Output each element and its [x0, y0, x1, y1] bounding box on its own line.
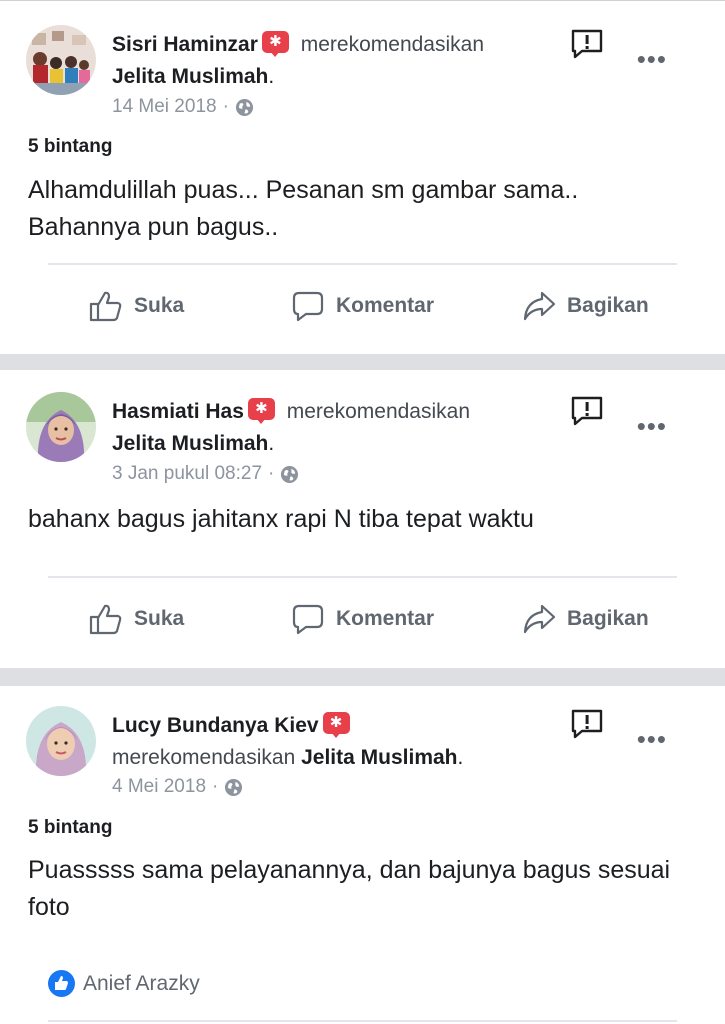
period: .: [268, 65, 275, 88]
recommend-badge-icon: ✱: [322, 712, 350, 738]
post-date[interactable]: 4 Mei 2018: [112, 776, 206, 798]
review-header: Hasmiati Has ✱ merekomendasikan Jelita Mu…: [112, 396, 575, 460]
reviewer-name[interactable]: Hasmiati Has: [112, 400, 244, 423]
period: .: [457, 746, 464, 769]
globe-icon: [235, 98, 253, 116]
more-options-button[interactable]: •••: [637, 46, 667, 72]
post-meta: 3 Jan pukul 08:27 ·: [112, 463, 299, 485]
share-arrow-icon: [523, 291, 556, 321]
review-text: Alhamdulillah puas... Pesanan sm gambar …: [28, 176, 579, 241]
thumbs-up-icon: [89, 604, 122, 635]
recommend-verb: merekomendasikan: [300, 33, 485, 56]
page-name[interactable]: Jelita Muslimah: [112, 65, 268, 88]
post-date[interactable]: 14 Mei 2018: [112, 96, 217, 118]
share-label: Bagikan: [567, 294, 649, 317]
comment-label: Komentar: [336, 294, 435, 317]
share-label: Bagikan: [567, 607, 649, 630]
thumbs-up-icon: [89, 291, 122, 322]
post-meta: 14 Mei 2018 ·: [112, 96, 254, 118]
report-icon[interactable]: [570, 395, 604, 427]
page-name[interactable]: Jelita Muslimah: [112, 432, 268, 455]
divider: [48, 576, 677, 578]
share-button[interactable]: Bagikan: [521, 594, 649, 644]
divider: [48, 263, 677, 265]
reactor-name: Anief Arazky: [83, 971, 200, 995]
page-name[interactable]: Jelita Muslimah: [301, 746, 457, 769]
review-card: Lucy Bundanya Kiev ✱ merekomendasikan Jel…: [0, 686, 725, 1024]
post-date[interactable]: 3 Jan pukul 08:27: [112, 463, 262, 485]
recommend-verb: merekomendasikan: [112, 746, 296, 769]
review-card: Sisri Haminzar ✱ merekomendasikan Jelita …: [0, 0, 725, 354]
recommend-verb: merekomendasikan: [286, 400, 471, 423]
comment-label: Komentar: [336, 607, 435, 630]
like-button[interactable]: Suka: [88, 281, 184, 331]
meta-separator: ·: [268, 463, 275, 484]
speech-bubble-icon: [292, 604, 324, 635]
like-button[interactable]: Suka: [88, 594, 184, 644]
more-options-button[interactable]: •••: [637, 413, 667, 439]
star-rating: 5 bintang: [28, 817, 113, 838]
like-label: Suka: [134, 607, 185, 630]
report-icon[interactable]: [570, 708, 604, 740]
review-text: Puasssss sama pelayanannya, dan bajunya …: [28, 856, 671, 921]
share-button[interactable]: Bagikan: [521, 281, 649, 331]
avatar[interactable]: [26, 392, 96, 462]
like-label: Suka: [134, 294, 185, 317]
like-reaction-icon: [48, 970, 75, 997]
recommend-badge-icon: ✱: [247, 398, 275, 424]
reviewer-name[interactable]: Lucy Bundanya Kiev: [112, 714, 319, 737]
globe-icon: [225, 778, 243, 796]
review-header: Sisri Haminzar ✱ merekomendasikan Jelita …: [112, 29, 575, 93]
avatar[interactable]: [26, 706, 96, 776]
action-bar: Suka Komentar Bagikan: [0, 594, 725, 644]
more-options-button[interactable]: •••: [637, 726, 667, 752]
review-card: Hasmiati Has ✱ merekomendasikan Jelita Mu…: [0, 370, 725, 668]
recommend-badge-icon: ✱: [261, 31, 289, 57]
divider: [48, 1020, 677, 1022]
globe-icon: [281, 465, 299, 483]
comment-button[interactable]: Komentar: [290, 281, 434, 331]
action-bar: Suka Komentar Bagikan: [0, 281, 725, 331]
period: .: [268, 432, 275, 455]
meta-separator: ·: [212, 776, 219, 797]
speech-bubble-icon: [292, 291, 324, 322]
review-text: bahanx bagus jahitanx rapi N tiba tepat …: [28, 505, 534, 533]
review-header: Lucy Bundanya Kiev ✱ merekomendasikan Jel…: [112, 710, 575, 774]
star-rating: 5 bintang: [28, 136, 113, 157]
comment-button[interactable]: Komentar: [290, 594, 434, 644]
reviewer-name[interactable]: Sisri Haminzar: [112, 33, 258, 56]
avatar[interactable]: [26, 25, 96, 95]
report-icon[interactable]: [570, 28, 604, 60]
share-arrow-icon: [523, 604, 556, 634]
post-meta: 4 Mei 2018 ·: [112, 776, 243, 798]
reaction-summary[interactable]: Anief Arazky: [48, 970, 200, 997]
meta-separator: ·: [222, 96, 229, 117]
